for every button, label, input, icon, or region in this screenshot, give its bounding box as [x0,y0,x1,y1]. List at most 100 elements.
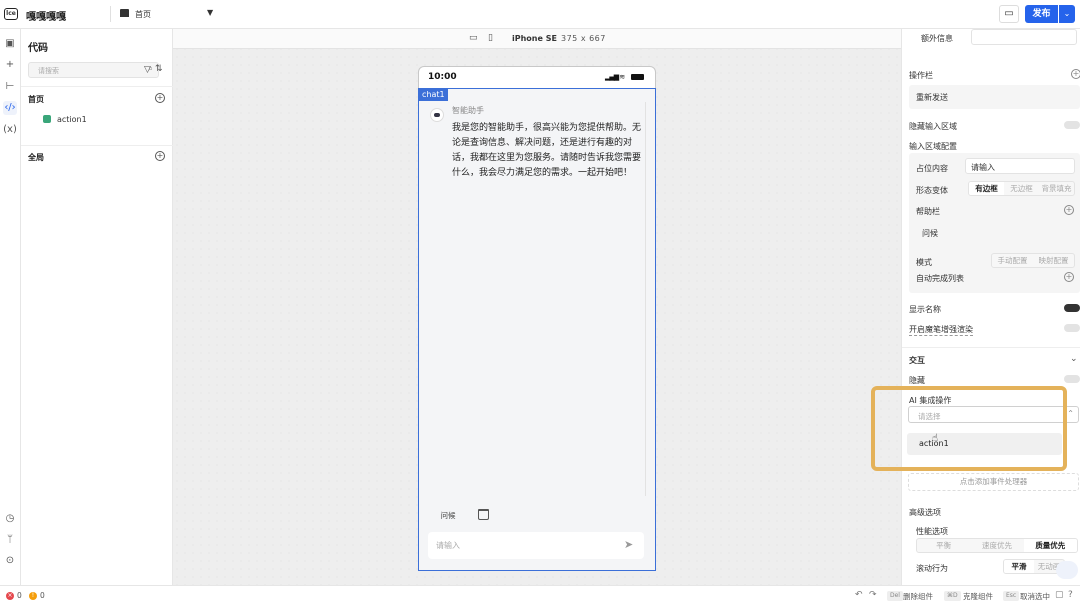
chevron-down-icon[interactable]: ⌄ [1070,354,1078,364]
branch-icon[interactable]: ᛘ [3,533,17,547]
assistant-name: 智能助手 [452,106,484,115]
status-bar: 10:00 ▂▄▆ ≋ [419,67,655,87]
monitor-icon: ▭ [1004,8,1014,19]
mode-segmented[interactable]: 手动配置 映射配置 [991,253,1075,268]
chat-input-placeholder: 请输入 [436,541,460,550]
placeholder-label: 占位内容 [916,164,948,173]
add-event-handler-button[interactable]: 点击添加事件处理器 [908,473,1079,491]
device-size: 375 x 667 [561,34,606,43]
variant-option[interactable]: 有边框 [969,182,1004,195]
left-rail: ▣ + ⊢ ‹/› (x) ◷ ᛘ ⊙ [0,29,21,585]
add-help-icon[interactable]: + [1064,205,1074,215]
help-item[interactable]: 问候 [922,228,938,239]
scroll-label: 滚动行为 [916,564,948,573]
section-label-global: 全局 [28,153,44,162]
assistant-bot-icon[interactable] [1056,561,1078,579]
quick-action-button[interactable]: 问候 [434,509,462,522]
perf-option[interactable]: 质量优先 [1023,539,1077,552]
device-name[interactable]: iPhone SE [512,34,557,43]
help-bar-label: 帮助栏 [916,207,940,216]
variant-label: 形态变体 [916,186,948,195]
history-icon[interactable]: ◷ [3,512,17,526]
variant-segmented[interactable]: 有边框 无边框 背景填充 [968,181,1075,196]
publish-button[interactable]: 发布 [1025,5,1058,23]
interaction-section-label: 交互 [909,356,925,365]
code-icon[interactable]: ‹/› [3,101,17,115]
hide-toggle[interactable] [1064,375,1080,383]
extra-info-label: 额外信息 [921,34,953,43]
resend-label: 重新发送 [916,93,948,102]
show-name-label: 显示名称 [909,305,941,314]
magic-pen-label: 开启魔笔增强渲染 [909,325,973,336]
mode-label: 模式 [916,258,932,267]
status-time: 10:00 [428,72,457,82]
perf-option[interactable]: 速度优先 [970,539,1023,552]
trash-icon[interactable] [478,509,489,520]
extra-info-field[interactable] [971,29,1077,45]
send-icon[interactable]: ➤ [624,538,633,551]
warning-count[interactable]: 0 [40,591,45,600]
shortcut-key: Esc [1003,591,1020,601]
app-logo: lce [4,8,18,20]
perf-label: 性能选项 [916,527,948,536]
scroll-option[interactable]: 平滑 [1004,560,1034,573]
magic-pen-toggle[interactable] [1064,324,1080,332]
chevron-down-icon[interactable]: ▼ [207,8,213,17]
search-input[interactable]: 请搜索 ⌕ [28,62,159,78]
hide-input-toggle[interactable] [1064,121,1080,129]
properties-panel: 额外信息 操作栏 + 重新发送 隐藏输入区域 输入区域配置 占位内容 请输入 形… [901,29,1080,585]
battery-icon [631,74,644,80]
desktop-icon[interactable]: ▭ [469,33,478,43]
input-config-box [909,153,1080,293]
bottom-status-bar: × 0 ! 0 ↶ ↷ Del 删除组件 ⌘D 克隆组件 Esc 取消选中 ▢ … [0,585,1080,605]
page-selector-label[interactable]: 首页 [135,9,151,20]
variable-icon[interactable]: (x) [3,123,17,137]
code-panel: 代码 请搜索 ⌕ ▽ ⇅ 首页 + action1 全局 + [21,29,173,585]
shortcut-key: ⌘D [944,591,961,601]
sort-icon[interactable]: ⇅ [155,64,163,74]
undo-icon[interactable]: ↶ [855,590,863,600]
divider [21,145,173,146]
redo-icon[interactable]: ↷ [869,590,877,600]
add-action-global-icon[interactable]: + [155,151,165,161]
chevron-up-icon: ⌃ [1067,409,1074,418]
chevron-down-icon: ⌄ [1063,9,1071,18]
layout-icon[interactable]: ▣ [3,37,17,51]
input-config-label: 输入区域配置 [909,142,957,151]
mobile-icon[interactable]: ▯ [488,33,493,43]
settings-icon[interactable]: ⊙ [3,554,17,568]
perf-segmented[interactable]: 平衡 速度优先 质量优先 [916,538,1078,553]
chat-input[interactable]: 请输入 ➤ [428,532,644,559]
app-name: 嘎嘎嘎嘎 [26,12,66,23]
perf-option[interactable]: 平衡 [917,539,970,552]
placeholder-input[interactable]: 请输入 [965,158,1075,174]
add-icon[interactable]: + [3,58,17,72]
mode-option[interactable]: 映射配置 [1033,254,1074,267]
variant-option[interactable]: 背景填充 [1039,182,1074,195]
autocomplete-label: 自动完成列表 [916,274,964,283]
home-icon [120,9,129,17]
preview-button[interactable]: ▭ [999,5,1019,23]
shortcut-label: 克隆组件 [963,592,993,601]
chat-icon[interactable]: ▢ [1055,590,1064,600]
scrollbar[interactable] [645,102,646,496]
top-bar: lce 嘎嘎嘎嘎 首页 ▼ ▭ 发布 ⌄ [0,0,1080,29]
show-name-toggle[interactable] [1064,304,1080,312]
mode-option[interactable]: 手动配置 [992,254,1033,267]
warning-icon: ! [29,592,37,600]
action-item[interactable]: action1 [57,115,87,124]
variant-option[interactable]: 无边框 [1004,182,1039,195]
tree-icon[interactable]: ⊢ [3,80,17,94]
error-count[interactable]: 0 [17,591,22,600]
divider [902,347,1080,348]
filter-icon[interactable]: ▽ [144,65,151,75]
help-icon[interactable]: ? [1068,590,1073,600]
add-autocomplete-icon[interactable]: + [1064,272,1074,282]
add-icon[interactable]: + [1071,69,1080,79]
add-action-home-icon[interactable]: + [155,93,165,103]
resend-item[interactable]: 重新发送 [909,85,1080,109]
publish-dropdown-button[interactable]: ⌄ [1059,5,1075,23]
hide-label: 隐藏 [909,376,925,385]
panel-title: 代码 [28,43,48,54]
action-bar-label: 操作栏 [909,71,933,80]
